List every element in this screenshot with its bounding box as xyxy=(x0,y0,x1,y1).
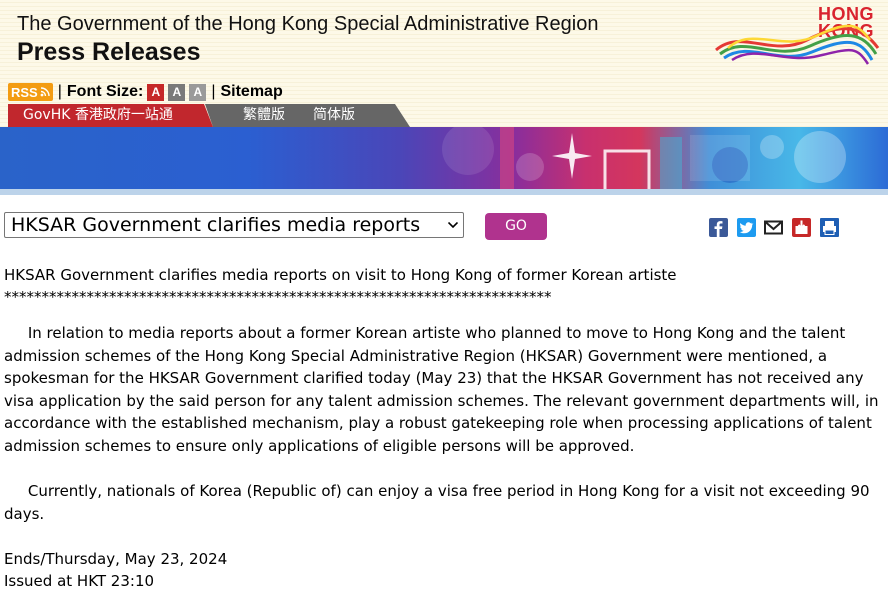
title-underline-stars: ****************************************… xyxy=(4,288,552,306)
language-navbar: GovHK 香港政府一站通 繁體版 简体版 xyxy=(0,104,888,127)
font-size-medium-button[interactable]: A xyxy=(168,83,186,101)
article-paragraph: Currently, nationals of Korea (Republic … xyxy=(4,482,870,523)
bookmark-icon[interactable] xyxy=(792,218,811,237)
sitemap-link[interactable]: Sitemap xyxy=(220,83,282,101)
email-icon[interactable] xyxy=(764,218,783,237)
chevron-down-icon xyxy=(448,222,458,228)
press-release-select[interactable]: HKSAR Government clarifies media reports xyxy=(4,212,464,238)
banner-graphic xyxy=(442,127,846,191)
decorative-banner xyxy=(0,127,888,191)
traditional-chinese-link[interactable]: 繁體版 xyxy=(243,104,285,127)
article-end-date: Ends/Thursday, May 23, 2024 xyxy=(4,550,228,568)
font-size-large-button[interactable]: A xyxy=(147,83,165,101)
separator: | xyxy=(211,83,216,100)
go-button[interactable]: GO xyxy=(485,213,547,240)
language-switcher: 繁體版 简体版 xyxy=(205,104,410,127)
rss-button[interactable]: RSS xyxy=(8,83,53,101)
government-title: The Government of the Hong Kong Special … xyxy=(17,13,599,35)
brand-hong-kong-logo[interactable]: HONG KONG xyxy=(712,4,882,66)
simplified-chinese-link[interactable]: 简体版 xyxy=(313,104,355,127)
govhk-link[interactable]: GovHK 香港政府一站通 xyxy=(8,104,213,127)
utility-toolbar: RSS | Font Size: A A A | Sitemap xyxy=(8,82,283,102)
dragon-ribbon-icon xyxy=(715,24,880,65)
separator: | xyxy=(57,83,62,100)
select-value: HKSAR Government clarifies media reports xyxy=(11,214,421,236)
article-paragraph: In relation to media reports about a for… xyxy=(4,324,879,455)
twitter-icon[interactable] xyxy=(737,218,756,237)
font-size-small-button[interactable]: A xyxy=(189,83,207,101)
article-title: HKSAR Government clarifies media reports… xyxy=(4,266,677,284)
page-title[interactable]: Press Releases xyxy=(17,38,200,67)
banner-divider xyxy=(0,189,888,195)
rss-icon xyxy=(40,87,50,97)
page-header: The Government of the Hong Kong Special … xyxy=(0,0,888,127)
issued-time: Issued at HKT 23:10 xyxy=(4,572,155,590)
facebook-icon[interactable] xyxy=(709,218,728,237)
font-size-label: Font Size: xyxy=(66,83,144,100)
print-icon[interactable] xyxy=(820,218,839,237)
